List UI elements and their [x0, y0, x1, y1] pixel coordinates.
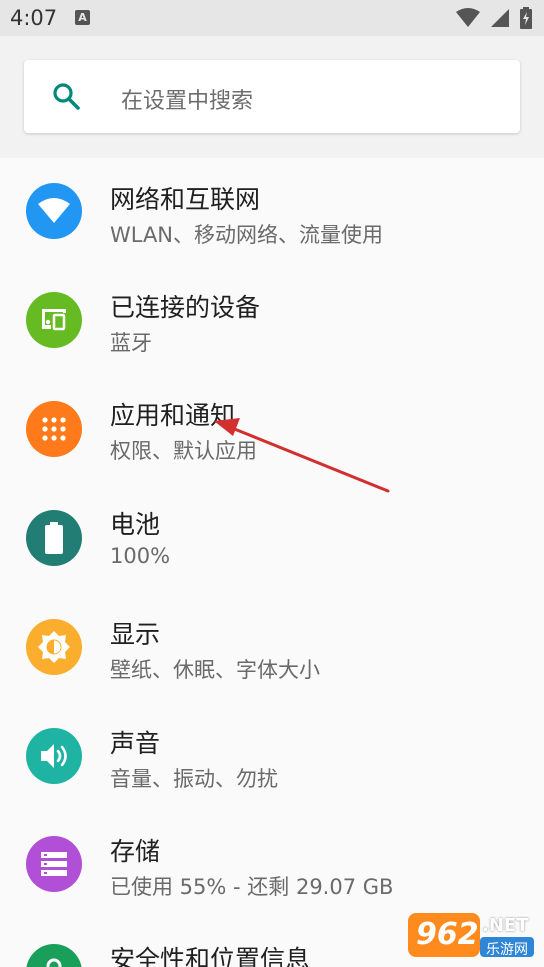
- item-icon-circle: [26, 836, 82, 892]
- item-icon-circle: [26, 292, 82, 348]
- watermark-suffix: .NET: [482, 915, 529, 936]
- item-title: 存储: [110, 837, 161, 866]
- wifi-icon: [38, 198, 70, 223]
- settings-item-sound[interactable]: 声音 音量、振动、勿扰: [0, 708, 544, 818]
- item-subtitle: 壁纸、休眠、字体大小: [110, 658, 320, 682]
- item-subtitle: 音量、振动、勿扰: [110, 767, 278, 791]
- wifi-signal-icon: [456, 8, 480, 27]
- item-icon-circle: [26, 183, 82, 239]
- item-title: 网络和互联网: [110, 185, 261, 214]
- item-subtitle: WLAN、移动网络、流量使用: [110, 223, 384, 247]
- search-placeholder: 在设置中搜索: [121, 89, 254, 114]
- item-subtitle: 已使用 55% - 还剩 29.07 GB: [110, 875, 394, 899]
- watermark-logo: 962 .NET 乐游网: [406, 907, 536, 963]
- settings-list: 网络和互联网 WLAN、移动网络、流量使用 已连接的设备 蓝牙 应用和通知 权限…: [0, 158, 544, 967]
- item-icon-circle: [26, 619, 82, 675]
- item-subtitle: 权限、默认应用: [110, 439, 257, 463]
- status-bar: 4:07 A: [0, 0, 544, 36]
- devices-icon: [42, 309, 66, 331]
- item-subtitle: 蓝牙: [110, 331, 152, 355]
- status-icons: [456, 7, 532, 29]
- brightness-icon: [38, 631, 70, 663]
- item-icon-circle: [26, 944, 82, 967]
- apps-grid-icon: [42, 417, 66, 441]
- volume-icon: [41, 744, 67, 768]
- search-area: 在设置中搜索: [0, 36, 544, 158]
- watermark-number: 962: [416, 917, 479, 952]
- search-bar[interactable]: 在设置中搜索: [24, 60, 520, 133]
- item-title: 显示: [110, 620, 161, 649]
- battery-charging-icon: [520, 7, 532, 29]
- cell-signal-icon: [491, 9, 509, 27]
- settings-item-battery[interactable]: 电池 100%: [0, 488, 544, 598]
- item-title: 应用和通知: [110, 401, 236, 430]
- settings-item-network[interactable]: 网络和互联网 WLAN、移动网络、流量使用: [0, 158, 544, 268]
- watermark-site: 乐游网: [486, 942, 528, 958]
- item-icon-circle: [26, 728, 82, 784]
- settings-item-display[interactable]: 显示 壁纸、休眠、字体大小: [0, 598, 544, 708]
- lock-icon: [46, 958, 62, 967]
- item-title: 电池: [110, 510, 161, 539]
- settings-item-connected-devices[interactable]: 已连接的设备 蓝牙: [0, 268, 544, 378]
- item-title: 声音: [110, 729, 161, 758]
- item-icon-circle: [26, 401, 82, 457]
- status-time: 4:07: [10, 6, 58, 30]
- item-title: 安全性和位置信息: [110, 945, 311, 967]
- item-icon-circle: [26, 510, 82, 566]
- storage-icon: [41, 852, 67, 876]
- settings-item-apps-notifications[interactable]: 应用和通知 权限、默认应用: [0, 378, 544, 488]
- search-icon: [53, 83, 80, 110]
- battery-icon: [45, 522, 63, 554]
- item-subtitle: 100%: [110, 544, 171, 568]
- notification-a-icon: A: [75, 10, 90, 25]
- item-title: 已连接的设备: [110, 293, 261, 322]
